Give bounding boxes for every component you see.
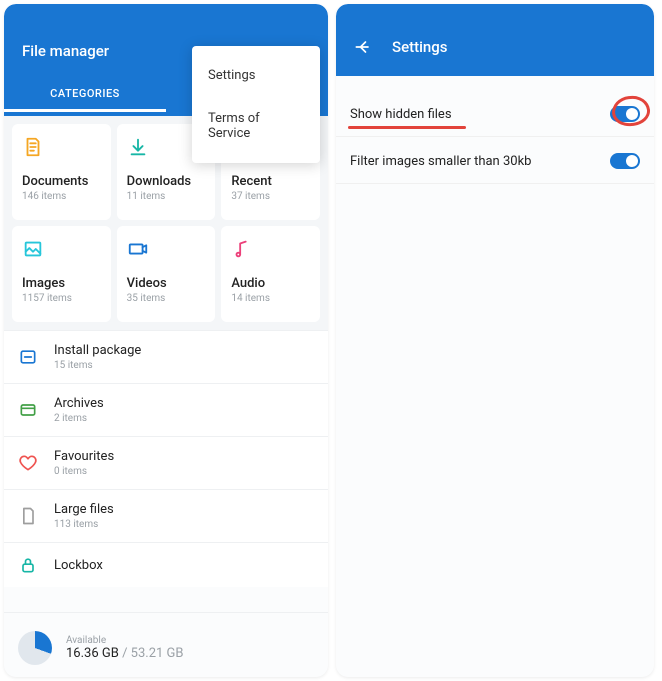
image-icon (22, 238, 44, 260)
tile-sub: 1157 items (22, 293, 101, 304)
tile-sub: 14 items (231, 293, 310, 304)
storage-row[interactable]: Available 16.36 GB / 53.21 GB (4, 612, 328, 677)
row-favourites[interactable]: Favourites 0 items (4, 436, 328, 489)
tile-label: Videos (127, 276, 206, 291)
row-label: Large files (54, 502, 114, 517)
setting-label: Filter images smaller than 30kb (350, 154, 531, 169)
toggle-show-hidden[interactable] (610, 106, 640, 122)
tile-sub: 37 items (231, 191, 310, 202)
apk-icon (18, 347, 38, 367)
archive-icon (18, 400, 38, 420)
category-list: Install package15 items Archives2 items … (4, 330, 328, 587)
tile-documents[interactable]: Documents 146 items (12, 124, 111, 220)
menu-terms[interactable]: Terms of Service (192, 97, 320, 155)
tile-label: Documents (22, 174, 101, 189)
lock-icon (18, 555, 38, 575)
row-sub: 15 items (54, 360, 141, 371)
tab-categories[interactable]: CATEGORIES (4, 78, 166, 112)
row-label: Favourites (54, 449, 114, 464)
settings-header: Settings (336, 4, 654, 76)
row-sub: 2 items (54, 413, 104, 424)
row-archives[interactable]: Archives 2 items (4, 383, 328, 436)
video-icon (127, 238, 149, 260)
tile-audio[interactable]: Audio 14 items (221, 226, 320, 322)
arrow-left-icon (353, 37, 373, 57)
row-sub: 113 items (54, 519, 114, 530)
row-lockbox[interactable]: Lockbox (4, 542, 328, 587)
row-label: Archives (54, 396, 104, 411)
settings-title: Settings (392, 38, 448, 56)
tile-label: Downloads (127, 174, 206, 189)
tile-label: Images (22, 276, 101, 291)
settings-screen: Settings Show hidden files Filter images… (336, 4, 654, 677)
file-icon (18, 506, 38, 526)
setting-show-hidden[interactable]: Show hidden files (336, 90, 654, 137)
storage-label: Available (66, 635, 184, 646)
tile-videos[interactable]: Videos 35 items (117, 226, 216, 322)
overflow-menu: Settings Terms of Service (192, 46, 320, 163)
menu-settings[interactable]: Settings (192, 54, 320, 97)
back-button[interactable] (352, 36, 374, 58)
music-icon (231, 238, 253, 260)
tile-sub: 11 items (127, 191, 206, 202)
annotation-underline (348, 126, 466, 129)
tile-images[interactable]: Images 1157 items (12, 226, 111, 322)
tile-sub: 146 items (22, 191, 101, 202)
toggle-filter-images[interactable] (610, 153, 640, 169)
row-label: Install package (54, 343, 141, 358)
app-header: File manager CATEGORIES Settings Terms o… (4, 4, 328, 116)
setting-filter-images[interactable]: Filter images smaller than 30kb (336, 137, 654, 184)
file-manager-screen: File manager CATEGORIES Settings Terms o… (4, 4, 328, 677)
row-install-package[interactable]: Install package 15 items (4, 330, 328, 383)
storage-pie-icon (18, 631, 52, 665)
row-label: Lockbox (54, 558, 103, 573)
heart-icon (18, 453, 38, 473)
tile-sub: 35 items (127, 293, 206, 304)
download-icon (127, 136, 149, 158)
tile-label: Audio (231, 276, 310, 291)
document-icon (22, 136, 44, 158)
row-large-files[interactable]: Large files 113 items (4, 489, 328, 542)
setting-label: Show hidden files (350, 107, 452, 122)
tile-label: Recent (231, 174, 310, 189)
storage-value: 16.36 GB / 53.21 GB (66, 646, 184, 661)
row-sub: 0 items (54, 466, 114, 477)
